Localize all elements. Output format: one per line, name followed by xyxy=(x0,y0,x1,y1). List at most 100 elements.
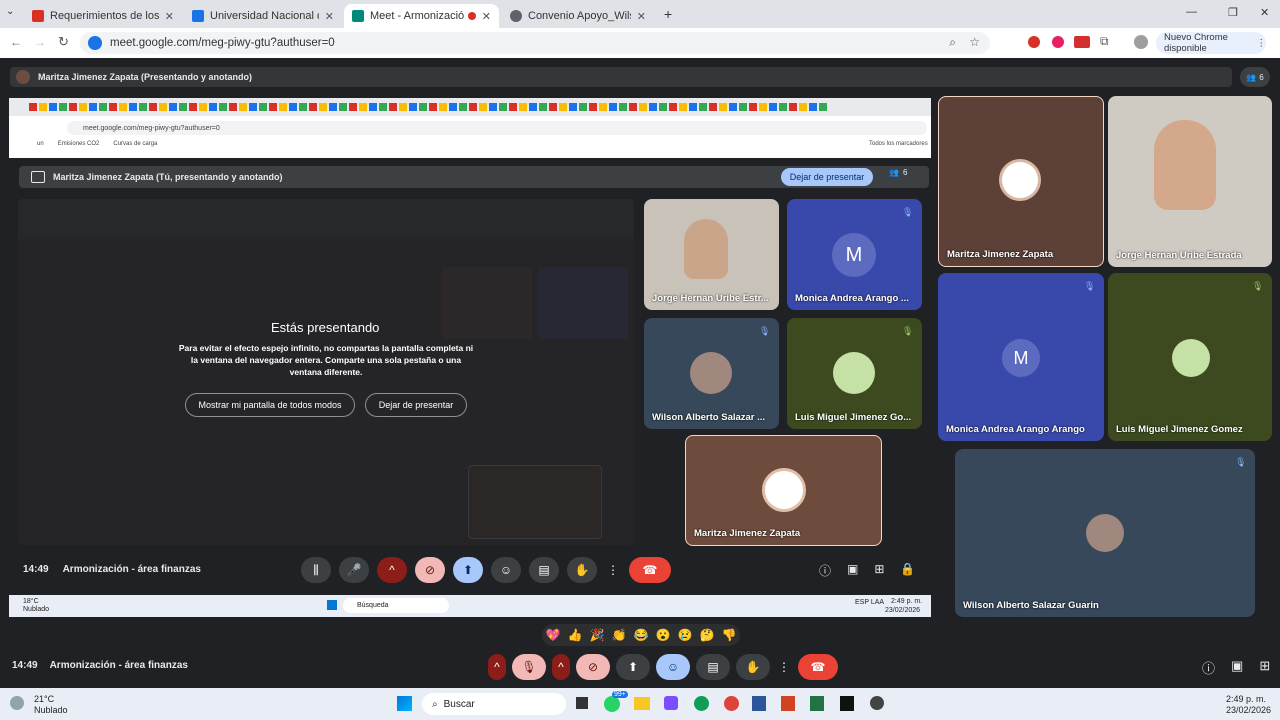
tab-search-icon[interactable]: ⌄ xyxy=(6,6,14,17)
camera-options-button[interactable]: ^ xyxy=(377,557,407,583)
close-icon[interactable]: ✕ xyxy=(482,10,491,23)
participant-tile[interactable]: 🎙 Luis Miguel Jimenez Go... xyxy=(787,318,922,429)
stop-presenting-button[interactable]: Dejar de presentar xyxy=(365,393,467,417)
emoji-button[interactable]: ☺ xyxy=(491,557,521,583)
copilot-icon[interactable] xyxy=(664,696,678,710)
url-bar[interactable]: meet.google.com/meg-piwy-gtu?authuser=0 … xyxy=(80,32,990,54)
reaction-thumbs-up-icon[interactable]: 👍 xyxy=(568,628,583,642)
extension-icon[interactable] xyxy=(1052,36,1064,48)
participant-tile[interactable]: 🎙 M Monica Andrea Arango ... xyxy=(787,199,922,310)
more-options-button[interactable]: ⋮ xyxy=(605,557,621,583)
site-info-icon[interactable] xyxy=(88,36,102,50)
participant-name: Luis Miguel Jimenez Go... xyxy=(795,412,912,423)
app-icon[interactable] xyxy=(870,696,884,710)
tab-meet[interactable]: Meet - Armonización - área ✕ xyxy=(344,4,499,28)
shared-tab-favicons xyxy=(29,103,829,111)
inner-temp: 18°C xyxy=(23,598,39,605)
raise-hand-button[interactable]: ✋ xyxy=(736,654,770,680)
reaction-laugh-icon[interactable]: 😂 xyxy=(634,628,649,642)
inner-stop-presenting-button[interactable]: Dejar de presentar xyxy=(781,168,873,186)
tab-label: Universidad Nacional de Colom xyxy=(210,10,319,22)
participant-tile[interactable]: Jorge Hernan Uribe Estr... xyxy=(644,199,779,310)
tab-universidad[interactable]: Universidad Nacional de Colom ✕ xyxy=(184,4,342,28)
chrome-icon[interactable] xyxy=(724,696,739,711)
mic-off-button[interactable]: 🎙 xyxy=(512,654,546,680)
participant-initial: M xyxy=(1002,339,1040,377)
excel-icon[interactable] xyxy=(810,696,824,711)
notion-icon[interactable] xyxy=(840,696,854,711)
extensions-puzzle-icon[interactable]: ⧉ xyxy=(1100,34,1109,49)
activities-icon[interactable]: ⊞ xyxy=(874,562,884,579)
reaction-heart-icon[interactable]: 💖 xyxy=(546,628,561,642)
host-controls-icon[interactable]: 🔒 xyxy=(900,562,915,579)
taskbar-search-box[interactable]: ⌕ Buscar xyxy=(422,693,566,715)
right-controls: ⓘ ▣ ⊞ xyxy=(1202,658,1270,677)
reaction-party-icon[interactable]: 🎉 xyxy=(590,628,605,642)
audio-levels-button[interactable]: ⫼ xyxy=(301,557,331,583)
reaction-thinking-icon[interactable]: 🤔 xyxy=(700,628,715,642)
info-icon[interactable]: ⓘ xyxy=(819,562,831,579)
window-close-icon[interactable]: ✕ xyxy=(1260,6,1269,19)
reload-icon[interactable]: ↻ xyxy=(58,34,69,50)
camera-options-button[interactable]: ^ xyxy=(552,654,570,680)
raise-hand-button[interactable]: ✋ xyxy=(567,557,597,583)
shared-meet-window: Maritza Jimenez Zapata (Tú, presentando … xyxy=(9,158,931,617)
task-view-icon[interactable] xyxy=(576,697,588,709)
restore-icon[interactable]: ❐ xyxy=(1228,6,1238,19)
profile-avatar[interactable] xyxy=(1134,35,1148,49)
close-icon[interactable]: ✕ xyxy=(165,10,174,23)
reaction-surprised-icon[interactable]: 😮 xyxy=(656,628,671,642)
tab-requerimientos[interactable]: Requerimientos de los laborato ✕ xyxy=(24,4,182,28)
chrome-update-button[interactable]: Nuevo Chrome disponible ⋮ xyxy=(1156,32,1266,54)
close-icon[interactable]: ✕ xyxy=(325,10,334,23)
minimize-icon[interactable]: — xyxy=(1186,6,1197,18)
present-button[interactable]: ⬆ xyxy=(616,654,650,680)
whatsapp-icon[interactable] xyxy=(604,696,620,712)
present-button[interactable]: ⬆ xyxy=(453,557,483,583)
forward-icon[interactable]: → xyxy=(34,35,46,49)
participants-button[interactable]: 👥 6 xyxy=(1240,67,1270,87)
new-extension-icon[interactable] xyxy=(1074,36,1090,48)
participant-tile[interactable]: 🎙 Wilson Alberto Salazar Guarin xyxy=(955,449,1255,617)
microphone-button[interactable]: 🎤 xyxy=(339,557,369,583)
back-icon[interactable]: ← xyxy=(10,35,22,49)
activities-icon[interactable]: ⊞ xyxy=(1259,658,1270,677)
close-icon[interactable]: ✕ xyxy=(637,10,646,23)
windows-start-icon[interactable] xyxy=(397,696,412,711)
inner-lang: ESP LAA xyxy=(855,599,885,606)
captions-button[interactable]: ▤ xyxy=(529,557,559,583)
mic-off-icon: 🎙 xyxy=(1235,457,1247,467)
powerpoint-icon[interactable] xyxy=(781,696,795,711)
word-icon[interactable] xyxy=(752,696,766,711)
mic-options-button[interactable]: ^ xyxy=(488,654,506,680)
end-call-button[interactable]: ☎ xyxy=(629,557,671,583)
inner-date: 23/02/2026 xyxy=(885,607,921,614)
bookmark-star-icon[interactable]: ☆ xyxy=(969,35,980,49)
participant-tile-self[interactable]: Maritza Jimenez Zapata xyxy=(685,435,882,546)
zoom-icon[interactable]: ⌕ xyxy=(949,35,956,50)
participant-tile[interactable]: 🎙 M Monica Andrea Arango Arango xyxy=(938,273,1104,441)
chat-icon[interactable]: ▣ xyxy=(847,562,858,579)
reaction-sad-icon[interactable]: 😢 xyxy=(678,628,693,642)
opera-extension-icon[interactable] xyxy=(1028,36,1040,48)
participant-tile[interactable]: 🎙 Wilson Alberto Salazar ... xyxy=(644,318,779,429)
end-call-button[interactable]: ☎ xyxy=(798,654,838,680)
participant-tile[interactable]: Jorge Hernan Uribe Estrada xyxy=(1108,96,1272,267)
captions-button[interactable]: ▤ xyxy=(696,654,730,680)
file-explorer-icon[interactable] xyxy=(634,697,650,710)
show-screen-anyway-button[interactable]: Mostrar mi pantalla de todos modos xyxy=(185,393,355,417)
camera-off-button[interactable]: ⊘ xyxy=(576,654,610,680)
emoji-button[interactable]: ☺ xyxy=(656,654,690,680)
participant-tile-self[interactable]: Maritza Jimenez Zapata xyxy=(938,96,1104,267)
chat-icon[interactable]: ▣ xyxy=(1231,658,1243,677)
participant-tile[interactable]: 🎙 Luis Miguel Jimenez Gomez xyxy=(1108,273,1272,441)
camera-off-button[interactable]: ⊘ xyxy=(415,557,445,583)
tab-convenio[interactable]: Convenio Apoyo_Wilson_Tutor ✕ xyxy=(502,4,654,28)
edge-icon[interactable] xyxy=(694,696,709,711)
reaction-thumbs-down-icon[interactable]: 👎 xyxy=(722,628,737,642)
more-options-button[interactable]: ⋮ xyxy=(776,654,792,680)
new-tab-icon[interactable]: + xyxy=(664,6,672,22)
reaction-clap-icon[interactable]: 👏 xyxy=(612,628,627,642)
info-icon[interactable]: ⓘ xyxy=(1202,658,1215,677)
inner-participants[interactable]: 👥 6 xyxy=(889,168,907,177)
